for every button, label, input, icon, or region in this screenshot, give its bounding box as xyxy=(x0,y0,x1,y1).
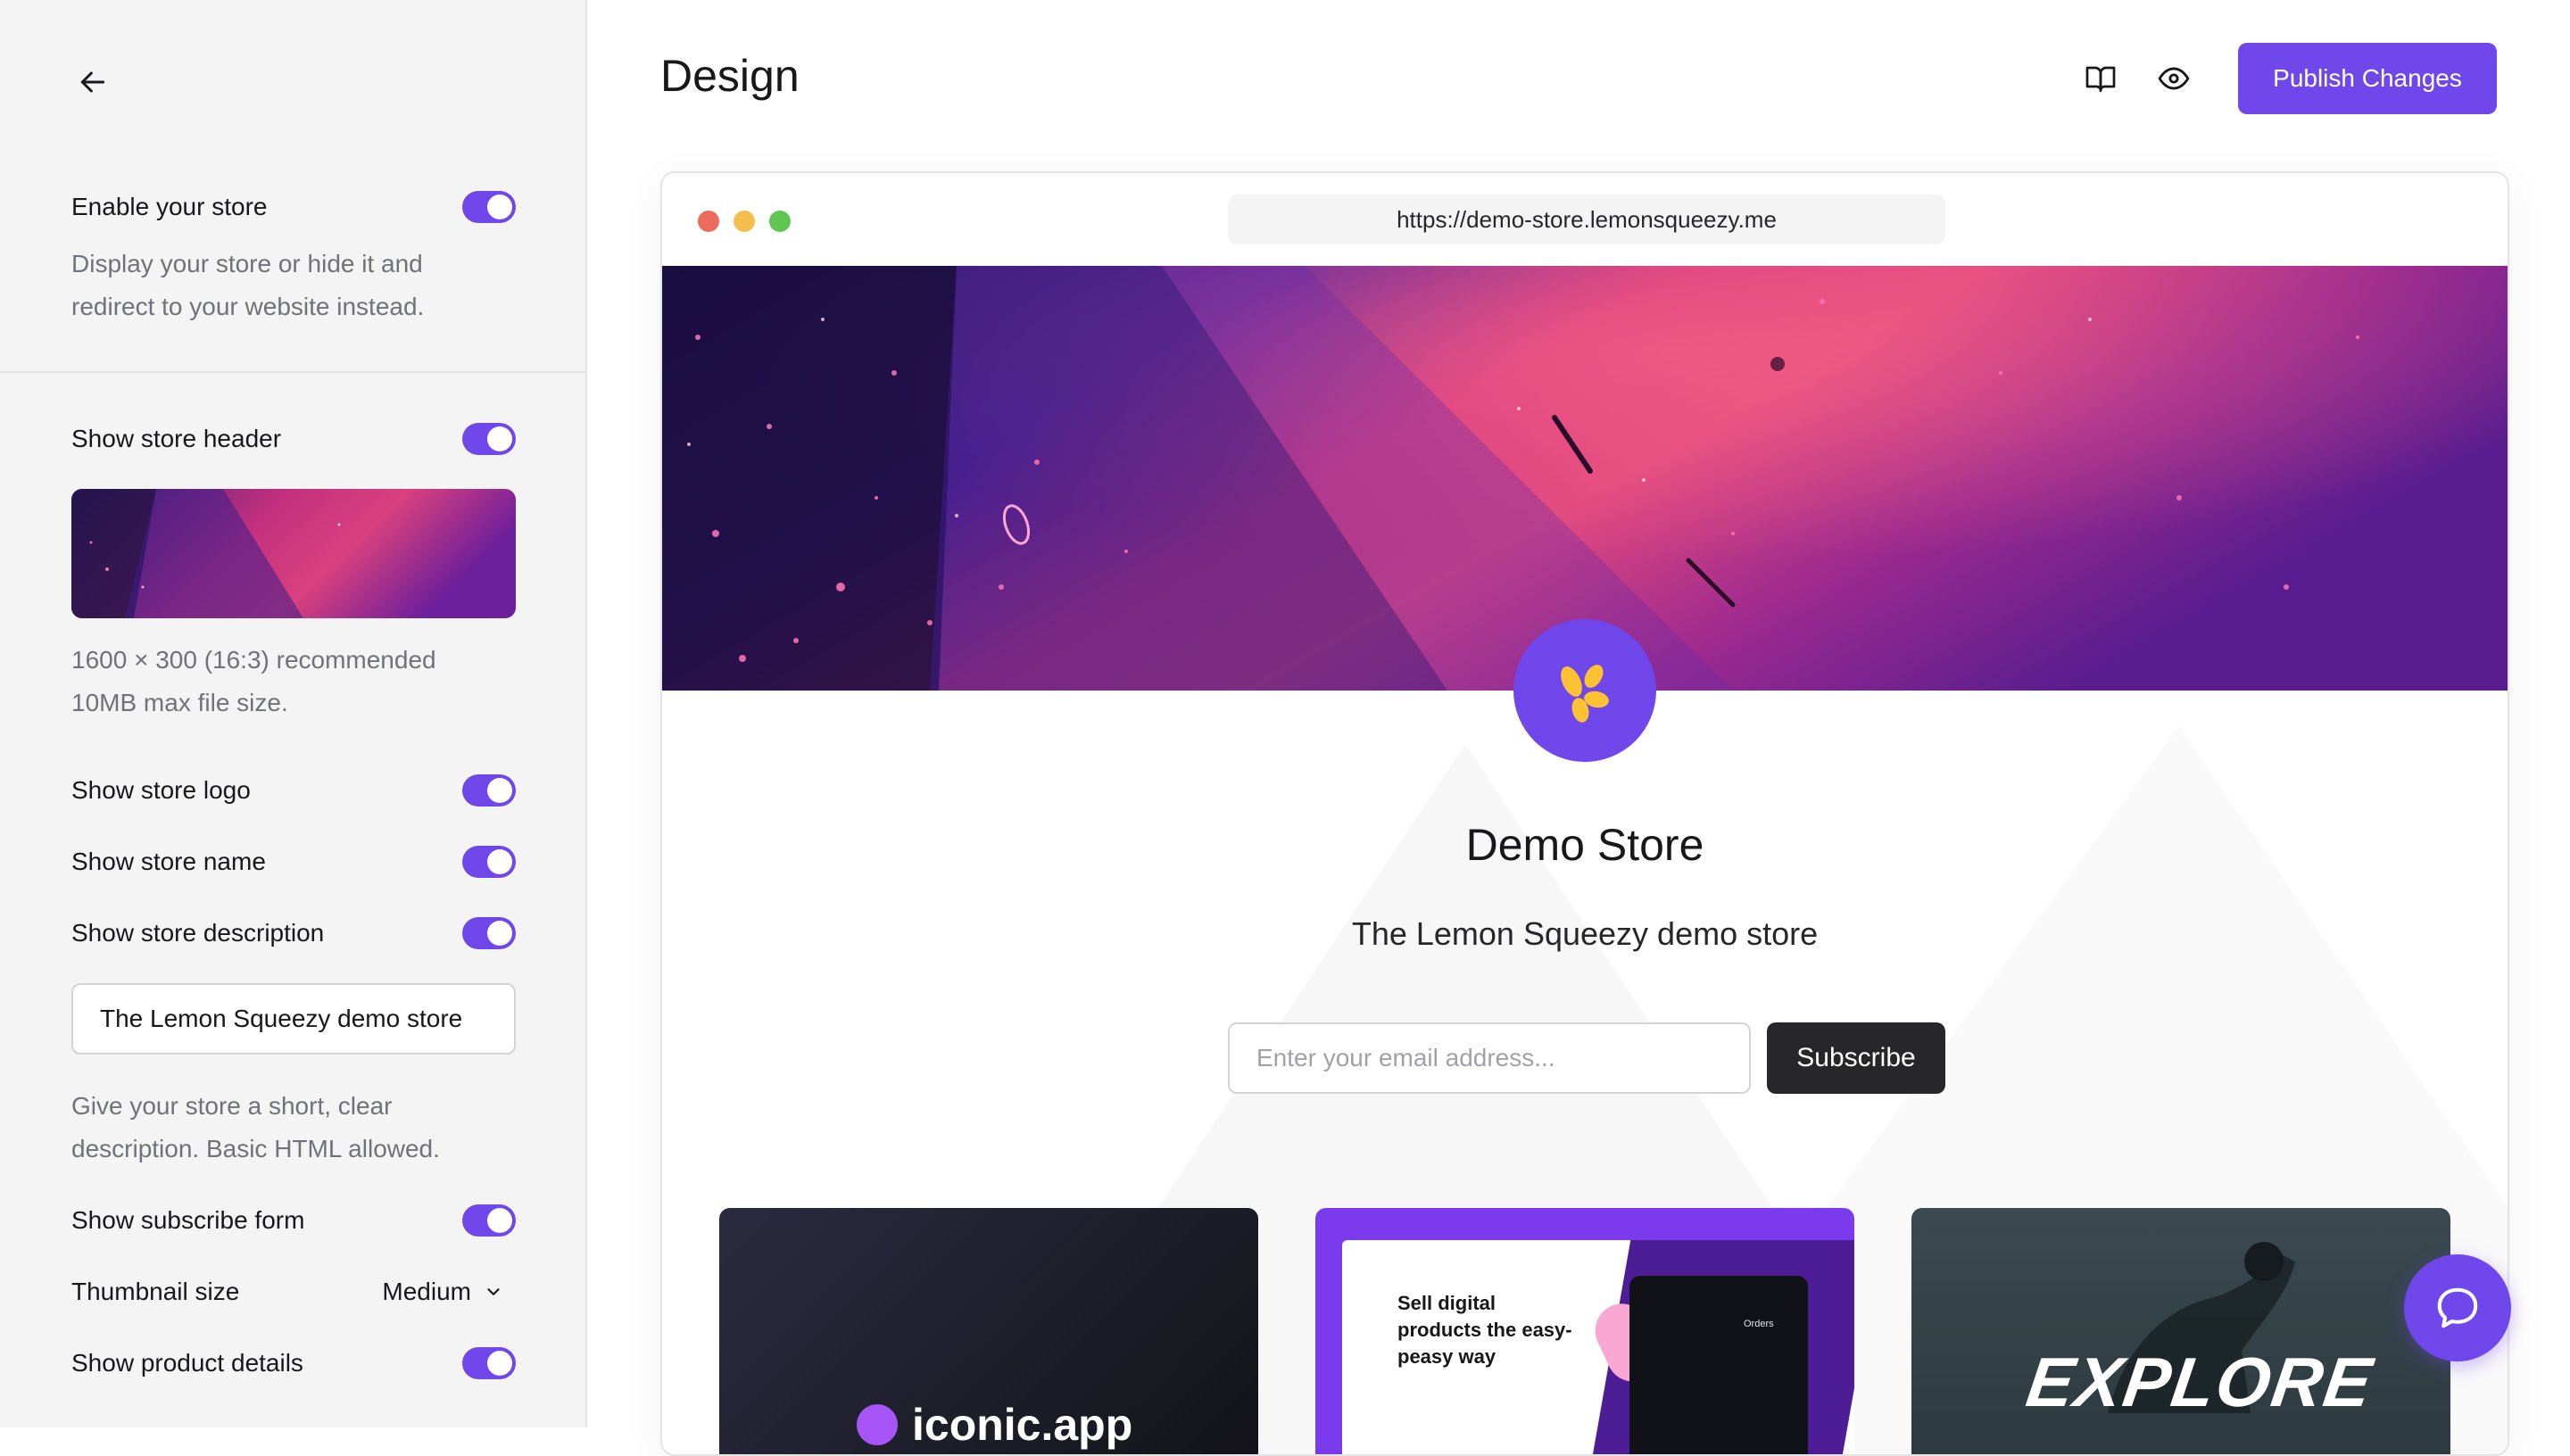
divider xyxy=(0,371,585,373)
store-name: Demo Store xyxy=(1465,820,1704,870)
product-card-explore[interactable]: EXPLORE xyxy=(1911,1208,2450,1454)
show-header-label: Show store header xyxy=(71,425,282,452)
show-subscribe-row: Show subscribe form xyxy=(71,1201,516,1240)
page-title: Design xyxy=(660,51,800,101)
book-open-icon[interactable] xyxy=(2079,57,2122,100)
chat-icon[interactable] xyxy=(2404,1254,2511,1361)
chevron-down-icon xyxy=(487,1288,500,1295)
email-input[interactable] xyxy=(1228,1022,1751,1094)
orders-label: Orders xyxy=(1744,1319,1774,1329)
subscribe-button[interactable]: Subscribe xyxy=(1767,1022,1945,1094)
store-description-input[interactable] xyxy=(71,983,516,1055)
show-details-toggle[interactable] xyxy=(462,1347,516,1379)
show-name-label: Show store name xyxy=(71,848,266,875)
publish-changes-button[interactable]: Publish Changes xyxy=(2238,43,2497,114)
thumbnail-size-select[interactable]: Medium xyxy=(382,1278,503,1306)
back-arrow-icon[interactable] xyxy=(71,61,114,103)
show-logo-row: Show store logo xyxy=(71,771,516,810)
enable-store-toggle[interactable] xyxy=(462,191,516,223)
iconic-logo-icon xyxy=(857,1404,898,1445)
thumbnail-size-row: Thumbnail size Medium xyxy=(71,1272,516,1311)
window-maximize-dot[interactable] xyxy=(769,211,791,232)
show-logo-toggle[interactable] xyxy=(462,774,516,807)
mock-body-text xyxy=(1397,1401,1558,1413)
store-preview-window: https://demo-store.lemonsqueezy.me Demo … xyxy=(660,171,2509,1456)
show-details-label: Show product details xyxy=(71,1349,303,1377)
show-name-toggle[interactable] xyxy=(462,846,516,878)
show-header-toggle[interactable] xyxy=(462,423,516,455)
window-minimize-dot[interactable] xyxy=(734,211,755,232)
enable-store-label: Enable your store xyxy=(71,193,268,220)
mock-dashboard xyxy=(1629,1276,1808,1454)
lemon-logo-icon xyxy=(1513,619,1656,762)
show-logo-label: Show store logo xyxy=(71,776,251,804)
header-image-upload[interactable] xyxy=(71,489,516,618)
product-card-iconic[interactable]: iconic.app xyxy=(719,1208,1258,1454)
browser-chrome: https://demo-store.lemonsqueezy.me xyxy=(662,173,2508,268)
thumbnail-size-label: Thumbnail size xyxy=(71,1278,240,1305)
show-name-row: Show store name xyxy=(71,842,516,881)
show-description-toggle[interactable] xyxy=(462,917,516,949)
product-title: Sell digital products the easy-peasy way xyxy=(1397,1292,1572,1368)
show-description-row: Show store description xyxy=(71,914,516,953)
show-subscribe-label: Show subscribe form xyxy=(71,1206,305,1234)
show-subscribe-toggle[interactable] xyxy=(462,1204,516,1237)
enable-store-row: Enable your store xyxy=(71,187,516,227)
header-image-hint: 1600 × 300 (16:3) recommended 10MB max f… xyxy=(71,646,436,716)
show-description-label: Show store description xyxy=(71,919,325,947)
enable-store-help: Display your store or hide it and redire… xyxy=(71,250,425,320)
window-close-dot[interactable] xyxy=(698,211,719,232)
thumbnail-size-value: Medium xyxy=(382,1278,471,1305)
product-card-lemonsqueezy[interactable]: Orders Sell digital products the easy-pe… xyxy=(1315,1208,1854,1454)
description-help: Give your store a short, clear descripti… xyxy=(71,1092,440,1162)
product-title: EXPLORE xyxy=(2021,1343,2379,1421)
show-details-row: Show product details xyxy=(71,1344,516,1383)
eye-icon[interactable] xyxy=(2152,57,2195,100)
settings-sidebar: Enable your store Display your store or … xyxy=(0,0,587,1427)
product-thumbnail: Orders Sell digital products the easy-pe… xyxy=(1342,1240,1854,1454)
show-header-row: Show store header xyxy=(71,419,516,459)
product-title: iconic.app xyxy=(857,1399,1132,1451)
url-bar[interactable]: https://demo-store.lemonsqueezy.me xyxy=(1228,194,1945,244)
store-description: The Lemon Squeezy demo store xyxy=(1351,915,1819,952)
